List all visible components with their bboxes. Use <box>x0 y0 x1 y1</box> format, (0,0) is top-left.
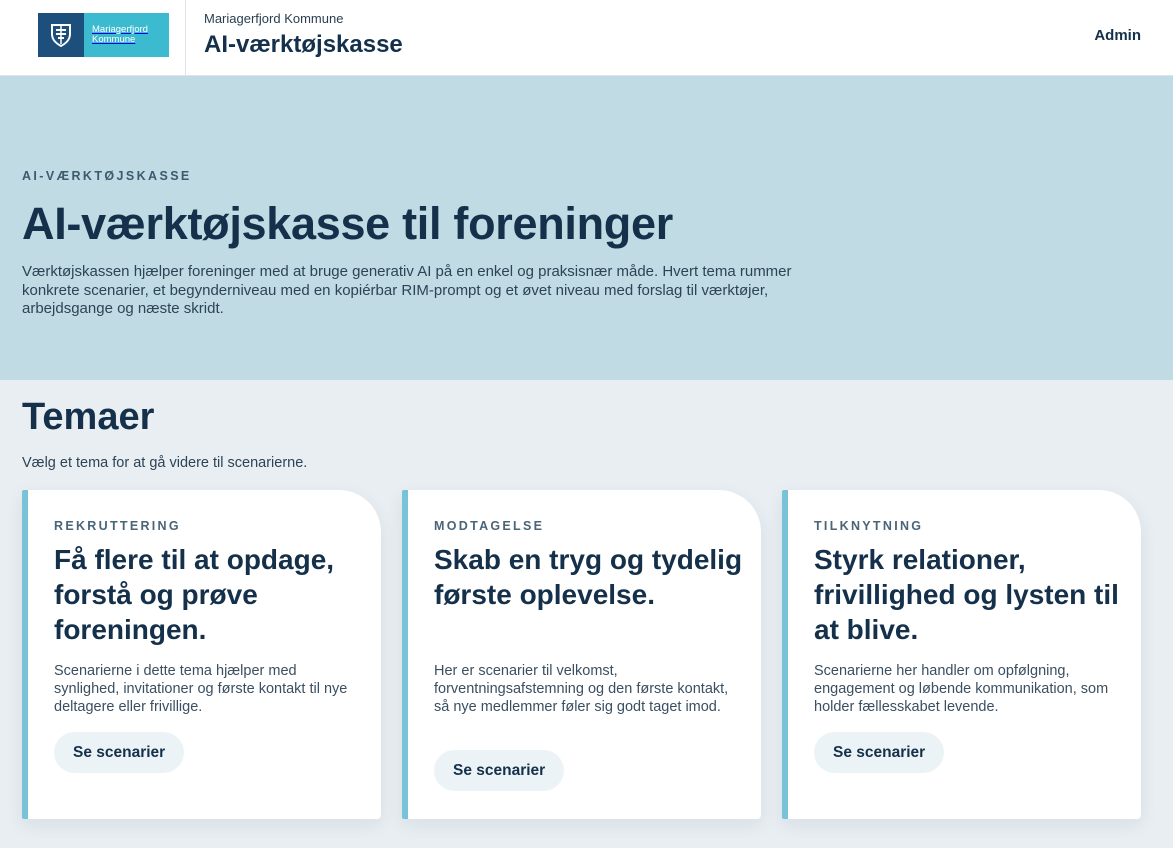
hero-description: Værktøjskassen hjælper foreninger med at… <box>22 263 792 317</box>
app-title: AI-værktøjskasse <box>204 31 403 58</box>
top-header: Mariagerfjord Kommune Mariagerfjord Komm… <box>0 0 1173 76</box>
themes-title: Temaer <box>22 396 155 438</box>
card-description: Scenarierne her handler om opfølgning, e… <box>814 663 1109 715</box>
hero-eyebrow: AI-VÆRKTØJSKASSE <box>22 169 192 183</box>
see-scenarios-button[interactable]: Se scenarier <box>434 750 565 791</box>
card-title: Styrk relationer, frivillighed og lysten… <box>814 544 1119 645</box>
theme-card-reception: MODTAGELSE Skab en tryg og tydelig først… <box>402 490 761 819</box>
see-scenarios-button[interactable]: Se scenarier <box>54 732 185 773</box>
logo-container: Mariagerfjord Kommune <box>0 0 186 76</box>
themes-subtitle: Vælg et tema for at gå videre til scenar… <box>22 455 308 471</box>
see-scenarios-button[interactable]: Se scenarier <box>814 732 945 773</box>
org-name: Mariagerfjord Kommune <box>204 11 344 26</box>
card-description: Her er scenarier til velkomst, forventni… <box>434 663 729 715</box>
hero-banner: AI-VÆRKTØJSKASSE AI-værktøjskasse til fo… <box>0 76 1173 380</box>
logo-line2: Kommune <box>92 34 136 45</box>
crest-icon <box>38 13 84 57</box>
card-eyebrow: TILKNYTNING <box>814 519 924 533</box>
theme-card-recruitment: REKRUTTERING Få flere til at opdage, for… <box>22 490 381 819</box>
card-eyebrow: MODTAGELSE <box>434 519 545 533</box>
municipality-logo[interactable]: Mariagerfjord Kommune <box>38 13 169 57</box>
card-title: Skab en tryg og tydelig første oplevelse… <box>434 544 743 610</box>
card-title: Få flere til at opdage, forstå og prøve … <box>54 544 335 645</box>
hero-title: AI-værktøjskasse til foreninger <box>22 198 673 249</box>
logo-text: Mariagerfjord Kommune <box>84 13 169 57</box>
card-eyebrow: REKRUTTERING <box>54 519 181 533</box>
card-description: Scenarierne i dette tema hjælper med syn… <box>54 663 348 715</box>
admin-link[interactable]: Admin <box>1094 27 1141 44</box>
theme-card-attachment: TILKNYTNING Styrk relationer, frivilligh… <box>782 490 1141 819</box>
